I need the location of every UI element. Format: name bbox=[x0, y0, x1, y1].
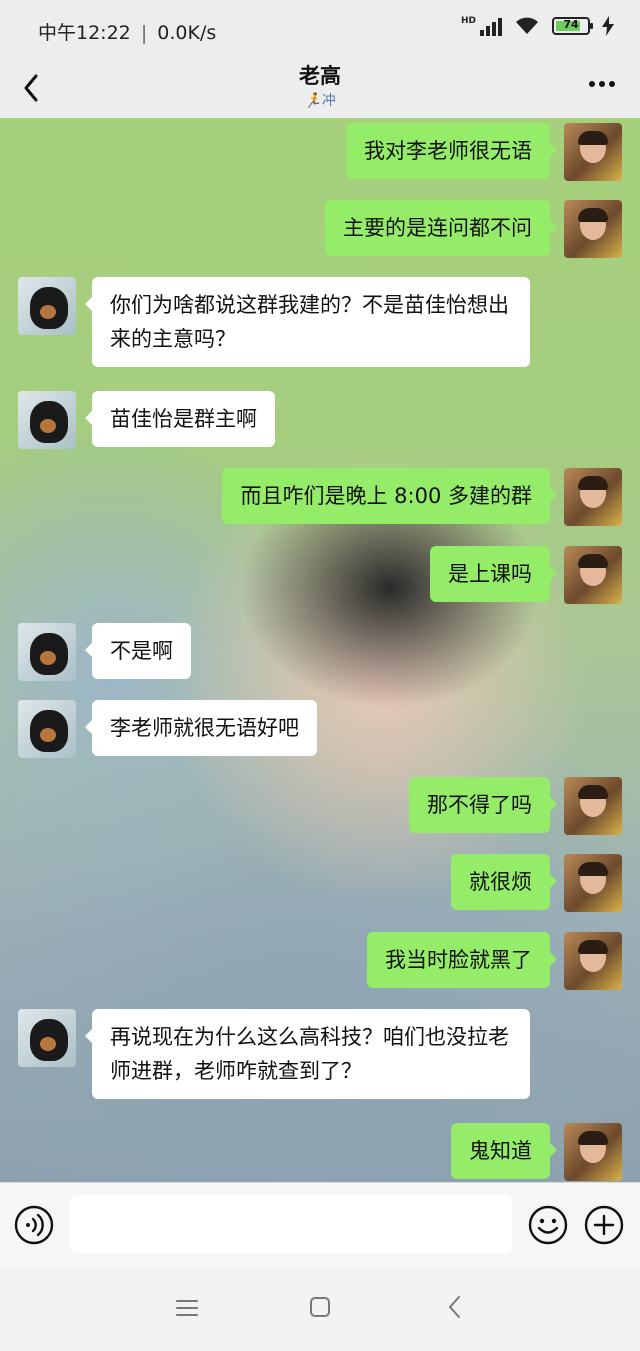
message-row: 我对李老师很无语 bbox=[346, 123, 622, 181]
message-row: 你们为啥都说这群我建的？不是苗佳怡想出来的主意吗？ bbox=[18, 277, 530, 367]
more-dots-icon[interactable] bbox=[582, 72, 622, 96]
menu-icon[interactable] bbox=[174, 1296, 200, 1320]
voice-icon[interactable] bbox=[14, 1205, 54, 1245]
my-avatar[interactable] bbox=[564, 468, 622, 526]
contact-avatar[interactable] bbox=[18, 277, 76, 335]
running-icon: 🏃 bbox=[304, 93, 322, 109]
sent-bubble[interactable]: 是上课吗 bbox=[430, 546, 557, 602]
message-row: 苗佳怡是群主啊 bbox=[18, 391, 275, 449]
message-row: 而且咋们是晚上 8:00 多建的群 bbox=[222, 468, 622, 526]
contact-avatar[interactable] bbox=[18, 391, 76, 449]
sent-bubble[interactable]: 我当时脸就黑了 bbox=[367, 932, 557, 988]
input-bar bbox=[0, 1182, 640, 1267]
my-avatar[interactable] bbox=[564, 200, 622, 258]
contact-avatar[interactable] bbox=[18, 1009, 76, 1067]
status-bar: 中午12:22 | 0.0K/s HD 74 bbox=[0, 0, 640, 60]
chat-header: 老高 🏃冲 bbox=[0, 60, 640, 118]
received-bubble[interactable]: 不是啊 bbox=[85, 623, 191, 679]
sent-bubble[interactable]: 那不得了吗 bbox=[409, 777, 557, 833]
chat-status: 🏃冲 bbox=[0, 90, 640, 110]
status-time: 中午12:22 bbox=[38, 22, 131, 44]
battery-level: 74 bbox=[563, 18, 579, 31]
status-right: HD 74 bbox=[461, 16, 614, 36]
message-row: 那不得了吗 bbox=[409, 777, 622, 835]
message-row: 鬼知道 bbox=[451, 1123, 622, 1181]
message-row: 李老师就很无语好吧 bbox=[18, 700, 317, 758]
my-avatar[interactable] bbox=[564, 546, 622, 604]
my-avatar[interactable] bbox=[564, 854, 622, 912]
received-bubble[interactable]: 苗佳怡是群主啊 bbox=[85, 391, 275, 447]
received-bubble[interactable]: 李老师就很无语好吧 bbox=[85, 700, 317, 756]
my-avatar[interactable] bbox=[564, 777, 622, 835]
charging-icon bbox=[602, 16, 614, 36]
message-input[interactable] bbox=[70, 1195, 512, 1253]
emoji-icon[interactable] bbox=[528, 1205, 568, 1245]
battery-icon: 74 bbox=[552, 17, 593, 35]
message-row: 就很烦 bbox=[451, 854, 622, 912]
status-separator: | bbox=[140, 22, 148, 44]
my-avatar[interactable] bbox=[564, 1123, 622, 1181]
sent-bubble[interactable]: 鬼知道 bbox=[451, 1123, 557, 1179]
message-row: 再说现在为什么这么高科技？咱们也没拉老师进群，老师咋就查到了？ bbox=[18, 1009, 530, 1099]
my-avatar[interactable] bbox=[564, 932, 622, 990]
sent-bubble[interactable]: 主要的是连问都不问 bbox=[325, 200, 557, 256]
message-row: 主要的是连问都不问 bbox=[325, 200, 622, 258]
message-row: 不是啊 bbox=[18, 623, 191, 681]
status-left: 中午12:22 | 0.0K/s bbox=[38, 18, 216, 45]
hd-badge: HD bbox=[460, 16, 476, 26]
contact-avatar[interactable] bbox=[18, 700, 76, 758]
contact-avatar[interactable] bbox=[18, 623, 76, 681]
chat-title: 老高 bbox=[299, 64, 341, 88]
plus-icon[interactable] bbox=[584, 1205, 624, 1245]
sent-bubble[interactable]: 我对李老师很无语 bbox=[346, 123, 557, 179]
message-row: 我当时脸就黑了 bbox=[367, 932, 622, 990]
my-avatar[interactable] bbox=[564, 123, 622, 181]
system-nav-bar bbox=[0, 1266, 640, 1351]
sent-bubble[interactable]: 就很烦 bbox=[451, 854, 557, 910]
wifi-icon bbox=[516, 17, 538, 34]
nav-back-icon[interactable] bbox=[444, 1294, 466, 1320]
received-bubble[interactable]: 你们为啥都说这群我建的？不是苗佳怡想出来的主意吗？ bbox=[85, 277, 530, 367]
home-square-icon[interactable] bbox=[308, 1295, 332, 1319]
received-bubble[interactable]: 再说现在为什么这么高科技？咱们也没拉老师进群，老师咋就查到了？ bbox=[85, 1009, 530, 1099]
chat-area[interactable]: 我对李老师很无语 主要的是连问都不问 你们为啥都说这群我建的？不是苗佳怡想出来的… bbox=[0, 118, 640, 1182]
sent-bubble[interactable]: 而且咋们是晚上 8:00 多建的群 bbox=[222, 468, 557, 524]
message-row: 是上课吗 bbox=[430, 546, 622, 604]
status-text: 冲 bbox=[321, 93, 336, 109]
signal-icon: HD bbox=[461, 16, 502, 36]
network-speed: 0.0K/s bbox=[157, 22, 217, 44]
